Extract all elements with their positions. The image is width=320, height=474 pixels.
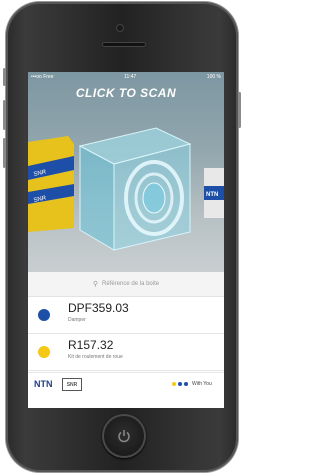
result-item-2[interactable]: R157.32 Kit de roulement de roue (28, 334, 224, 371)
result-description: Kit de roulement de roue (68, 354, 123, 360)
brand-footer: NTN SNR With You (28, 372, 224, 395)
svg-text:NTN: NTN (206, 192, 218, 198)
result-code: DPF359.03 (68, 301, 129, 315)
result-code: R157.32 (68, 338, 114, 352)
phone-frame: •••oo Free 11:47 100 % CLICK TO SCAN SNR… (3, 2, 241, 472)
status-time: 11:47 (124, 73, 137, 80)
volume-down-button (3, 138, 6, 168)
reference-search-input[interactable]: ⚲ Référence de la boite (28, 272, 224, 297)
brand-dots (172, 382, 188, 386)
search-icon: ⚲ (92, 281, 99, 288)
yellow-dot (172, 382, 176, 386)
battery-label: 100 % (206, 73, 221, 80)
result-description: Damper (68, 317, 86, 323)
status-bar: •••oo Free 11:47 100 % (28, 72, 224, 81)
scan-cube-bearing-icon (78, 127, 192, 251)
left-product-box-image: SNR SNR (28, 136, 74, 232)
volume-up-button (3, 100, 6, 130)
blue-dot (184, 382, 188, 386)
snr-logo: SNR (62, 378, 82, 391)
mute-switch (3, 68, 6, 86)
result-color-dot (38, 309, 50, 321)
result-item-1[interactable]: DPF359.03 Damper (28, 297, 224, 334)
power-side-button (238, 92, 241, 128)
search-placeholder: Référence de la boite (102, 281, 160, 287)
home-button[interactable] (102, 414, 146, 458)
carrier-label: •••oo Free (31, 73, 54, 80)
right-product-box-image: NTN (204, 168, 224, 218)
earpiece-speaker (102, 42, 146, 47)
power-icon (118, 430, 130, 443)
scan-hero[interactable]: CLICK TO SCAN SNR SNR NTN (28, 72, 224, 272)
app-screen: •••oo Free 11:47 100 % CLICK TO SCAN SNR… (28, 72, 224, 408)
front-camera (116, 24, 124, 32)
ntn-logo: NTN (34, 379, 53, 389)
click-to-scan-title[interactable]: CLICK TO SCAN (28, 86, 224, 100)
result-color-dot (38, 346, 50, 358)
with-you-tagline: With You (192, 381, 212, 387)
blue-dot (178, 382, 182, 386)
